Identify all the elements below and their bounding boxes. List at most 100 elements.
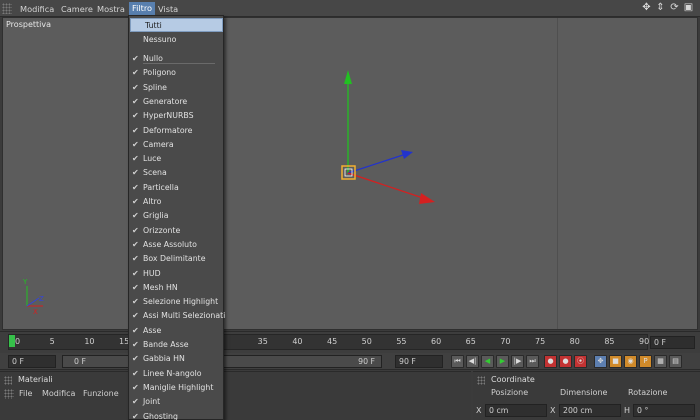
panel-grip-icon[interactable]	[4, 376, 12, 385]
timeline-tick-label: 55	[396, 337, 407, 346]
object-gizmo[interactable]	[341, 70, 435, 204]
filter-item-label: Poligono	[143, 68, 176, 78]
next-key-icon[interactable]: |▶	[511, 355, 524, 368]
materials-menu-file[interactable]: File	[19, 389, 32, 398]
checkmark-icon: ✔	[132, 96, 139, 106]
filter-item-label: Orizzonte	[143, 225, 181, 235]
filter-item-label: Nullo	[143, 54, 163, 63]
filter-item-label: Selezione Highlight	[143, 297, 219, 307]
menu-mostra[interactable]: Mostra	[97, 3, 125, 15]
timeline-track[interactable]: 0 5 10 15 35 40 45 50 55 60 65 70 75 80 85 90	[8, 334, 649, 350]
filter-item-label: Altro	[143, 197, 162, 206]
menu-vista[interactable]: Vista	[158, 3, 178, 15]
play-forward-icon[interactable]: ▶	[496, 355, 509, 368]
go-to-end-icon[interactable]: ⏭	[526, 355, 539, 368]
filter-item-particella[interactable]: ✔ Particella	[129, 181, 223, 195]
end-frame-field[interactable]: 90 F	[395, 355, 443, 368]
go-to-start-icon[interactable]: ⏮	[451, 355, 464, 368]
filter-item-camera[interactable]: ✔ Camera	[129, 138, 223, 152]
filter-item-label: Linee N-angolo	[143, 368, 202, 378]
viewport-menubar: Modifica Camere Mostra Filtro Vista ✥ ⇕ …	[0, 0, 700, 17]
size-x-field[interactable]: 200 cm	[559, 404, 621, 417]
rotation-header: Rotazione	[628, 388, 668, 397]
materials-menu-funzione[interactable]: Funzione	[83, 389, 119, 398]
position-x-field[interactable]: 0 cm	[485, 404, 547, 417]
key-pla-icon[interactable]: ▦	[654, 355, 667, 368]
filter-item-griglia[interactable]: ✔ Griglia	[129, 209, 223, 223]
key-param-icon[interactable]: P	[639, 355, 652, 368]
timeline-tick-label: 50	[361, 337, 372, 346]
filter-item-label: Particella	[143, 182, 179, 192]
menubar-grip[interactable]	[2, 3, 12, 14]
filter-item-label: Maniglie Highlight	[143, 382, 214, 392]
checkmark-icon: ✔	[132, 325, 139, 335]
filter-item-label: Spline	[143, 82, 167, 92]
filter-item-nullo[interactable]: ✔ Nullo	[129, 52, 223, 66]
checkmark-icon: ✔	[132, 68, 139, 78]
key-rotation-icon[interactable]: ◉	[624, 355, 637, 368]
filter-item-joint[interactable]: ✔ Joint	[129, 395, 223, 409]
rotate-icon[interactable]: ⟳	[669, 2, 680, 14]
play-backward-icon[interactable]: ◀	[481, 355, 494, 368]
timeline-current-marker[interactable]	[9, 335, 15, 347]
filter-item-generatore[interactable]: ✔ Generatore	[129, 95, 223, 109]
filter-item-gabbia-hn[interactable]: ✔ Gabbia HN	[129, 352, 223, 366]
materials-menu-grip[interactable]	[4, 389, 14, 399]
filter-item-scena[interactable]: ✔ Scena	[129, 166, 223, 180]
filter-item-mesh-hn[interactable]: ✔ Mesh HN	[129, 281, 223, 295]
filter-item-bande-asse[interactable]: ✔ Bande Asse	[129, 338, 223, 352]
filter-item-hud[interactable]: ✔ HUD	[129, 267, 223, 281]
timeline-tick-label: 5	[49, 337, 55, 346]
start-frame-field[interactable]: 0 F	[8, 355, 56, 368]
filter-item-maniglie-highlight[interactable]: ✔ Maniglie Highlight	[129, 381, 223, 395]
timeline-options-icon[interactable]: ▤	[669, 355, 682, 368]
filter-item-selezione-highlight[interactable]: ✔ Selezione Highlight	[129, 295, 223, 309]
filter-item-assi-multi-selezionati[interactable]: ✔ Assi Multi Selezionati	[129, 309, 225, 323]
dolly-icon[interactable]: ⇕	[655, 2, 666, 14]
filter-dropdown-menu: Tutti Nessuno ✔ Nullo ✔ Poligono ✔ Spline ✔ Gen…	[128, 15, 225, 420]
filter-item-spline[interactable]: ✔ Spline	[129, 81, 223, 95]
filter-item-poligono[interactable]: ✔ Poligono	[129, 66, 223, 80]
filter-item-linee-n-angolo[interactable]: ✔ Linee N-angolo	[129, 367, 223, 381]
menu-filtro[interactable]: Filtro	[129, 2, 156, 15]
current-frame-field[interactable]: 0 F	[650, 336, 695, 349]
filter-item-label: Asse Assoluto	[143, 239, 197, 249]
filter-item-label: Luce	[143, 154, 162, 164]
filter-item-nessuno[interactable]: Nessuno	[129, 33, 223, 47]
checkmark-icon: ✔	[132, 182, 139, 192]
filter-item-asse[interactable]: ✔ Asse	[129, 324, 223, 338]
filter-item-altro[interactable]: ✔ Altro	[129, 195, 223, 209]
timeline-tick-label: 75	[535, 337, 546, 346]
menu-camere[interactable]: Camere	[61, 3, 93, 15]
filter-item-deformatore[interactable]: ✔ Deformatore	[129, 124, 223, 138]
key-scale-icon[interactable]: ■	[609, 355, 622, 368]
filter-item-label: Scena	[143, 168, 167, 178]
auto-key-icon[interactable]: ●	[559, 355, 572, 368]
filter-item-label: Ghosting	[143, 411, 178, 420]
filter-item-orizzonte[interactable]: ✔ Orizzonte	[129, 224, 223, 238]
filter-item-ghosting[interactable]: ✔ Ghosting	[129, 410, 223, 420]
move-icon[interactable]: ✥	[641, 2, 652, 14]
filter-item-box-delimitante[interactable]: ✔ Box Delimitante	[129, 252, 223, 266]
key-position-icon[interactable]: ✥	[594, 355, 607, 368]
filter-item-label: Box Delimitante	[143, 254, 206, 264]
filter-item-asse-assoluto[interactable]: ✔ Asse Assoluto	[129, 238, 223, 252]
key-selection-icon[interactable]: ⦿	[574, 355, 587, 368]
filter-item-hypernurbs[interactable]: ✔ HyperNURBS	[129, 109, 223, 123]
timeline-tick-label: 40	[292, 337, 303, 346]
perspective-viewport[interactable]: Prospettiva Y Z X	[2, 17, 698, 330]
range-end-label: 90 F	[358, 357, 375, 366]
prev-key-icon[interactable]: ◀|	[466, 355, 479, 368]
filter-item-tutti[interactable]: Tutti	[130, 18, 223, 32]
checkmark-icon: ✔	[132, 397, 139, 407]
timeline-tick-label: 35	[257, 337, 268, 346]
rotation-h-field[interactable]: 0 °	[633, 404, 695, 417]
materials-title: Materiali	[18, 375, 53, 384]
record-key-icon[interactable]: ●	[544, 355, 557, 368]
panel-grip-icon[interactable]	[477, 376, 485, 385]
menu-modifica[interactable]: Modifica	[20, 3, 54, 15]
materials-menubar: File Modifica Funzione	[0, 389, 471, 401]
maximize-icon[interactable]: ▣	[683, 2, 694, 14]
materials-menu-modifica[interactable]: Modifica	[42, 389, 75, 398]
filter-item-luce[interactable]: ✔ Luce	[129, 152, 223, 166]
